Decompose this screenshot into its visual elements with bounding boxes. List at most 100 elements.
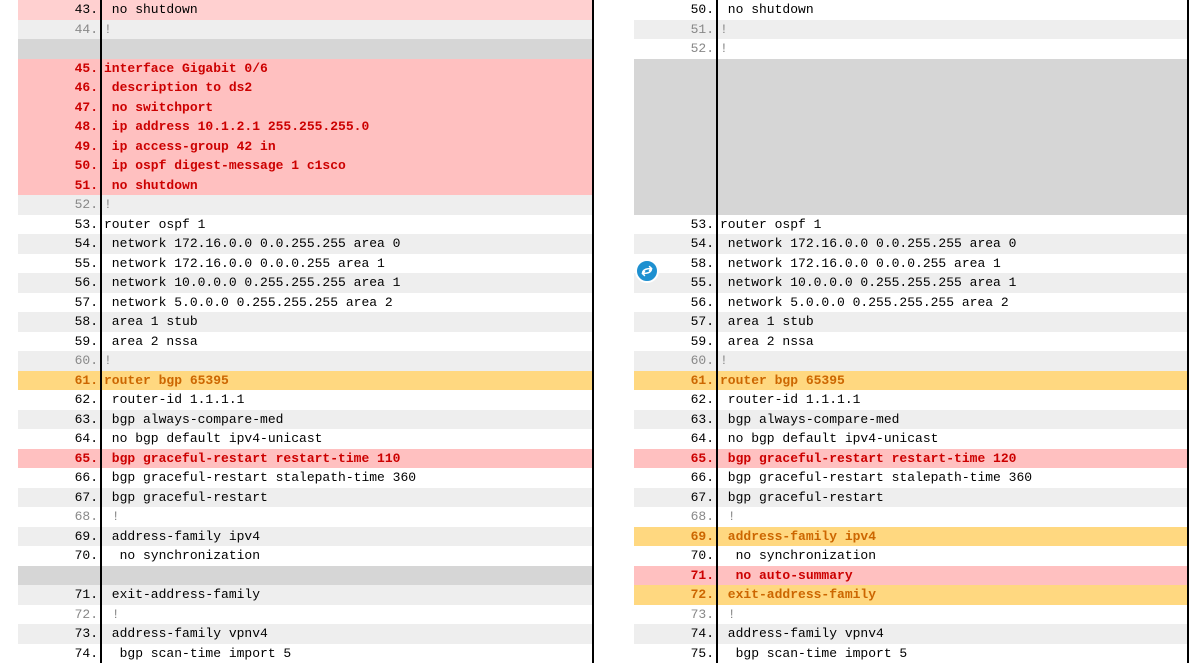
diff-row[interactable]: 49. ip access-group 42 in xyxy=(18,137,592,157)
diff-row[interactable]: 67. bgp graceful-restart xyxy=(634,488,1187,508)
diff-row[interactable] xyxy=(634,137,1187,157)
line-text: description to ds2 xyxy=(102,78,592,98)
diff-row[interactable]: 68. ! xyxy=(634,507,1187,527)
line-text: interface Gigabit 0/6 xyxy=(102,59,592,79)
diff-row[interactable]: 62. router-id 1.1.1.1 xyxy=(18,390,592,410)
line-text xyxy=(718,117,1187,137)
diff-row[interactable]: 52.! xyxy=(634,39,1187,59)
line-number: 67. xyxy=(18,488,102,508)
right-pane[interactable]: 50. no shutdown51.!52.!53.router ospf 15… xyxy=(594,0,1189,663)
diff-row[interactable]: 54. network 172.16.0.0 0.0.255.255 area … xyxy=(18,234,592,254)
line-text: bgp always-compare-med xyxy=(718,410,1187,430)
line-number: 66. xyxy=(634,468,718,488)
diff-row[interactable] xyxy=(634,176,1187,196)
diff-row[interactable]: 50. no shutdown xyxy=(634,0,1187,20)
diff-row[interactable]: 60.! xyxy=(18,351,592,371)
diff-row[interactable]: 56. network 5.0.0.0 0.255.255.255 area 2 xyxy=(634,293,1187,313)
diff-row[interactable]: 71. exit-address-family xyxy=(18,585,592,605)
diff-row[interactable]: 64. no bgp default ipv4-unicast xyxy=(18,429,592,449)
line-number: 48. xyxy=(18,117,102,137)
line-text: network 172.16.0.0 0.0.255.255 area 0 xyxy=(102,234,592,254)
diff-row[interactable] xyxy=(634,156,1187,176)
diff-row[interactable]: 70. no synchronization xyxy=(634,546,1187,566)
diff-row[interactable]: 54. network 172.16.0.0 0.0.255.255 area … xyxy=(634,234,1187,254)
diff-row[interactable]: 47. no switchport xyxy=(18,98,592,118)
diff-row[interactable]: 74. bgp scan-time import 5 xyxy=(18,644,592,664)
diff-row[interactable]: 59. area 2 nssa xyxy=(634,332,1187,352)
diff-row[interactable] xyxy=(634,117,1187,137)
line-number: 71. xyxy=(634,566,718,586)
diff-row[interactable]: 75. bgp scan-time import 5 xyxy=(634,644,1187,664)
diff-row[interactable]: 58. area 1 stub xyxy=(18,312,592,332)
diff-row[interactable]: 44.! xyxy=(18,20,592,40)
diff-row[interactable]: 61.router bgp 65395 xyxy=(18,371,592,391)
diff-row[interactable] xyxy=(634,195,1187,215)
diff-row[interactable]: 61.router bgp 65395 xyxy=(634,371,1187,391)
diff-row[interactable]: 70. no synchronization xyxy=(18,546,592,566)
line-text: router bgp 65395 xyxy=(718,371,1187,391)
line-text: address-family vpnv4 xyxy=(718,624,1187,644)
line-number: 43. xyxy=(18,0,102,20)
diff-row[interactable] xyxy=(634,98,1187,118)
diff-row[interactable]: 45.interface Gigabit 0/6 xyxy=(18,59,592,79)
line-number: 44. xyxy=(18,20,102,40)
diff-row[interactable]: 63. bgp always-compare-med xyxy=(18,410,592,430)
diff-row[interactable]: 73. ! xyxy=(634,605,1187,625)
diff-row[interactable]: 66. bgp graceful-restart stalepath-time … xyxy=(18,468,592,488)
diff-row[interactable]: 53.router ospf 1 xyxy=(18,215,592,235)
diff-row[interactable]: 63. bgp always-compare-med xyxy=(634,410,1187,430)
diff-row[interactable]: 51. no shutdown xyxy=(18,176,592,196)
diff-row[interactable] xyxy=(634,59,1187,79)
diff-row[interactable]: 64. no bgp default ipv4-unicast xyxy=(634,429,1187,449)
diff-row[interactable]: 72. exit-address-family xyxy=(634,585,1187,605)
diff-row[interactable]: 60.! xyxy=(634,351,1187,371)
diff-row[interactable]: 59. area 2 nssa xyxy=(18,332,592,352)
line-number: 59. xyxy=(634,332,718,352)
line-number: 69. xyxy=(634,527,718,547)
diff-row[interactable]: 69. address-family ipv4 xyxy=(18,527,592,547)
diff-row[interactable]: 48. ip address 10.1.2.1 255.255.255.0 xyxy=(18,117,592,137)
line-number: 46. xyxy=(18,78,102,98)
line-text: no shutdown xyxy=(102,176,592,196)
diff-row[interactable]: 74. address-family vpnv4 xyxy=(634,624,1187,644)
diff-row[interactable]: 68. ! xyxy=(18,507,592,527)
line-number: 75. xyxy=(634,644,718,664)
diff-row[interactable]: 66. bgp graceful-restart stalepath-time … xyxy=(634,468,1187,488)
line-number: 68. xyxy=(18,507,102,527)
diff-row[interactable]: 55. network 10.0.0.0 0.255.255.255 area … xyxy=(634,273,1187,293)
diff-row[interactable]: 65. bgp graceful-restart restart-time 11… xyxy=(18,449,592,469)
line-text: bgp graceful-restart stalepath-time 360 xyxy=(102,468,592,488)
diff-row[interactable]: 71. no auto-summary xyxy=(634,566,1187,586)
diff-row[interactable] xyxy=(634,78,1187,98)
diff-row[interactable]: 51.! xyxy=(634,20,1187,40)
line-text: no synchronization xyxy=(718,546,1187,566)
line-number: 56. xyxy=(18,273,102,293)
left-pane[interactable]: 43. no shutdown44.!45.interface Gigabit … xyxy=(0,0,594,663)
diff-row[interactable]: 57. network 5.0.0.0 0.255.255.255 area 2 xyxy=(18,293,592,313)
diff-row[interactable]: 58. network 172.16.0.0 0.0.0.255 area 1 xyxy=(634,254,1187,274)
line-number: 73. xyxy=(18,624,102,644)
line-number: 47. xyxy=(18,98,102,118)
diff-row[interactable]: 50. ip ospf digest-message 1 c1sco xyxy=(18,156,592,176)
diff-row[interactable]: 43. no shutdown xyxy=(18,0,592,20)
diff-row[interactable]: 73. address-family vpnv4 xyxy=(18,624,592,644)
diff-row[interactable]: 72. ! xyxy=(18,605,592,625)
diff-row[interactable]: 67. bgp graceful-restart xyxy=(18,488,592,508)
diff-row[interactable]: 69. address-family ipv4 xyxy=(634,527,1187,547)
diff-row[interactable]: 62. router-id 1.1.1.1 xyxy=(634,390,1187,410)
diff-row[interactable]: 46. description to ds2 xyxy=(18,78,592,98)
line-text: ! xyxy=(102,605,592,625)
moved-line-marker-icon[interactable] xyxy=(635,259,659,283)
diff-row[interactable]: 56. network 10.0.0.0 0.255.255.255 area … xyxy=(18,273,592,293)
diff-row[interactable]: 53.router ospf 1 xyxy=(634,215,1187,235)
diff-row[interactable]: 55. network 172.16.0.0 0.0.0.255 area 1 xyxy=(18,254,592,274)
line-text: ip ospf digest-message 1 c1sco xyxy=(102,156,592,176)
line-number xyxy=(634,195,718,215)
diff-row[interactable]: 52.! xyxy=(18,195,592,215)
diff-row[interactable]: 65. bgp graceful-restart restart-time 12… xyxy=(634,449,1187,469)
line-text: no synchronization xyxy=(102,546,592,566)
diff-row[interactable] xyxy=(18,566,592,586)
diff-row[interactable]: 57. area 1 stub xyxy=(634,312,1187,332)
diff-row[interactable] xyxy=(18,39,592,59)
line-text xyxy=(718,59,1187,79)
